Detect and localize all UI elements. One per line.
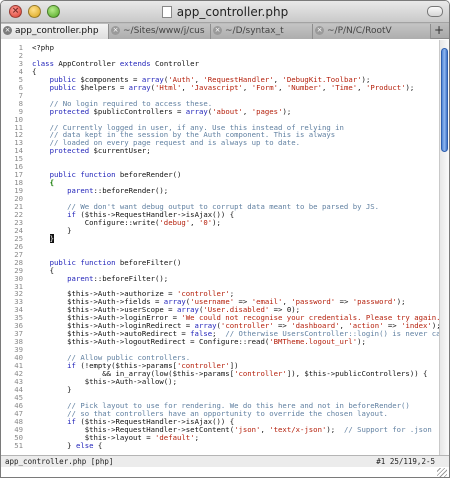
code-text: } else { bbox=[32, 440, 102, 451]
tab-sites-www[interactable]: × ~/Sites/www/j/cus bbox=[109, 24, 211, 39]
plus-icon[interactable]: + bbox=[432, 24, 446, 38]
line-number: 51 bbox=[14, 440, 23, 450]
tab-close-icon[interactable]: × bbox=[315, 26, 324, 35]
status-bar: app_controller.php [php] #1 25/119,2-5 bbox=[1, 455, 449, 467]
status-cursor-position: #1 25/119,2-5 bbox=[376, 457, 435, 466]
editor-window: × app_controller.php × app_controller.php… bbox=[0, 0, 450, 478]
tab-label: ~/Sites/www/j/cus bbox=[123, 26, 205, 36]
code-editor[interactable]: 1 <?php 2 3 class AppController extends Cont… bbox=[1, 40, 441, 455]
tab-close-icon[interactable]: × bbox=[3, 26, 12, 35]
code-line[interactable]: 51 } else { bbox=[1, 440, 441, 451]
tab-label: ~/P/N/C/RootV bbox=[327, 26, 392, 36]
tab-label: app_controller.php bbox=[15, 26, 99, 36]
tab-bar: × app_controller.php × ~/Sites/www/j/cus ×… bbox=[1, 23, 449, 39]
resize-grip-icon[interactable] bbox=[437, 468, 447, 477]
scrollbar-thumb[interactable] bbox=[441, 48, 448, 152]
tab-rootv[interactable]: × ~/P/N/C/RootV bbox=[313, 24, 431, 39]
tab-close-icon[interactable]: × bbox=[213, 26, 222, 35]
title-bar[interactable]: × app_controller.php bbox=[1, 1, 449, 23]
tab-app-controller[interactable]: × app_controller.php bbox=[1, 24, 109, 39]
command-line[interactable] bbox=[1, 467, 449, 477]
tab-label: ~/D/syntax_t bbox=[225, 26, 284, 36]
window-title-text: app_controller.php bbox=[176, 5, 289, 19]
window-title: app_controller.php bbox=[1, 1, 449, 23]
code-token: } bbox=[32, 440, 76, 450]
tab-syntax[interactable]: × ~/D/syntax_t bbox=[211, 24, 313, 39]
code-token: { bbox=[93, 440, 103, 450]
tab-close-icon[interactable]: × bbox=[111, 26, 120, 35]
status-filename: app_controller.php [php] bbox=[5, 457, 114, 466]
code-token: else bbox=[75, 440, 94, 450]
toolbar-toggle-button[interactable] bbox=[427, 6, 443, 17]
document-icon bbox=[161, 6, 172, 18]
vertical-scrollbar[interactable] bbox=[439, 40, 449, 455]
